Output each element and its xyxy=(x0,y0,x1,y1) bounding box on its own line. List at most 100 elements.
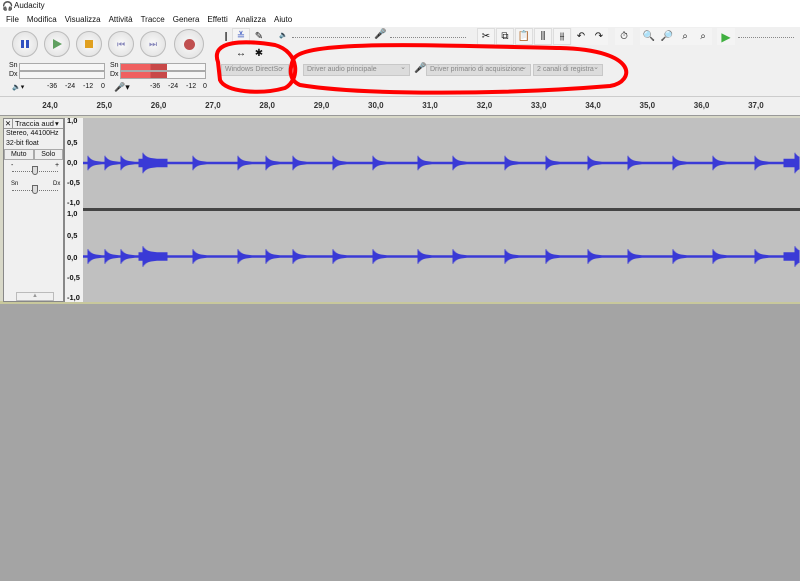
amplitude-tick-label: 0,0 xyxy=(67,158,78,167)
zoom-in-icon[interactable]: 🔍 xyxy=(640,28,658,45)
playback-volume-slider[interactable] xyxy=(292,37,370,38)
playback-meter-right[interactable] xyxy=(19,71,105,79)
pause-button[interactable] xyxy=(12,31,38,57)
play-speed-slider[interactable] xyxy=(738,37,794,38)
window-title: Audacity xyxy=(14,1,45,10)
ruler-tick-label: 26,0 xyxy=(150,101,167,110)
amplitude-tick-label: -0,5 xyxy=(67,273,80,282)
amplitude-tick-label: 0,5 xyxy=(67,138,78,147)
zoom-out-icon[interactable]: 🔎 xyxy=(658,28,676,45)
rec-scale-label: -36 xyxy=(150,83,161,90)
track-menu-chevron-down-icon[interactable]: ▾ xyxy=(55,119,63,128)
stop-button[interactable] xyxy=(76,31,102,57)
record-icon xyxy=(183,38,195,50)
solo-button[interactable]: Solo xyxy=(33,149,63,160)
play-meter-left-label: Sn xyxy=(9,62,18,69)
menu-visualizza[interactable]: Visualizza xyxy=(61,12,105,27)
recording-channels-select[interactable]: 2 canali di registra xyxy=(533,64,603,76)
amplitude-tick-label: 1,0 xyxy=(67,116,78,125)
record-button[interactable] xyxy=(174,29,204,59)
sync-lock-icon[interactable]: ⏱ xyxy=(615,28,633,45)
collapse-track-button[interactable]: ▲ xyxy=(16,292,54,301)
ruler-tick-label: 25,0 xyxy=(96,101,113,110)
play-at-speed-icon[interactable]: ▶ xyxy=(717,28,735,45)
amplitude-tick-label: 0,0 xyxy=(67,253,78,262)
paste-icon[interactable]: 📋 xyxy=(515,28,533,45)
timeshift-tool-icon[interactable]: ↔ xyxy=(232,45,250,62)
menu-modifica[interactable]: Modifica xyxy=(23,12,61,27)
rec-meter-left-label: Sn xyxy=(110,62,119,69)
skip-end-button[interactable]: ⏭ xyxy=(140,31,166,57)
track-bit-depth: 32-bit float xyxy=(6,140,39,147)
menu-attivita[interactable]: Attività xyxy=(105,12,137,27)
recording-device-select[interactable]: Driver primario di acquisizione xyxy=(426,64,531,76)
play-button[interactable] xyxy=(44,31,70,57)
multi-tool-icon[interactable]: ✱ xyxy=(250,45,268,62)
gain-slider-thumb[interactable] xyxy=(32,166,38,175)
menu-analizza[interactable]: Analizza xyxy=(232,12,270,27)
timeline-ruler[interactable]: 24,0 25,0 26,0 27,0 28,0 29,0 30,0 31,0 32,0 33,0… xyxy=(0,97,800,116)
envelope-tool-icon[interactable]: ≚ xyxy=(232,28,250,45)
rec-meter-right-label: Dx xyxy=(110,71,119,78)
menu-effetti[interactable]: Effetti xyxy=(203,12,231,27)
amplitude-ruler: 1,0 0,5 0,0 -0,5 -1,0 1,0 0,5 0,0 -0,5 -1,0 xyxy=(64,116,83,302)
amplitude-tick-label: -0,5 xyxy=(67,178,80,187)
menu-bar: File Modifica Visualizza Attività Tracce… xyxy=(0,12,800,27)
amplitude-tick-label: -1,0 xyxy=(67,198,80,207)
pan-right-label: Dx xyxy=(53,181,61,187)
play-scale-label: 0 xyxy=(101,83,105,90)
menu-aiuto[interactable]: Aiuto xyxy=(270,12,296,27)
recording-volume-slider[interactable] xyxy=(390,37,466,38)
draw-tool-icon[interactable]: ✎ xyxy=(250,28,268,45)
undo-icon[interactable]: ↶ xyxy=(572,28,590,45)
microphone-icon[interactable]: 🎤▾ xyxy=(114,82,130,93)
mute-button[interactable]: Muto xyxy=(4,149,34,160)
rec-scale-label: 0 xyxy=(203,83,207,90)
playback-meter-left[interactable] xyxy=(19,63,105,71)
stop-icon xyxy=(85,40,93,48)
recording-volume-icon: 🎤 xyxy=(374,29,387,40)
track-name-menu[interactable]: Traccia aud xyxy=(13,119,55,128)
audacity-logo-icon: 🎧 xyxy=(2,1,14,11)
recording-meter-left[interactable] xyxy=(120,63,206,71)
cut-icon[interactable]: ✂ xyxy=(477,28,495,45)
fit-project-icon[interactable]: ⌕ xyxy=(694,28,712,45)
amplitude-tick-label: 1,0 xyxy=(67,209,78,218)
redo-icon[interactable]: ↷ xyxy=(590,28,608,45)
play-scale-label: -36 xyxy=(47,83,58,90)
play-meter-right-label: Dx xyxy=(9,71,18,78)
waveform-right-channel[interactable] xyxy=(82,211,800,302)
ruler-tick-label: 34,0 xyxy=(585,101,601,110)
track-header: ✕ Traccia aud ▾ xyxy=(4,119,63,129)
playback-volume-icon: 🔈 xyxy=(279,32,288,39)
title-bar: 🎧 Audacity xyxy=(0,0,800,12)
menu-file[interactable]: File xyxy=(2,12,23,27)
trim-icon[interactable]: ⫼ xyxy=(534,28,552,45)
ruler-tick-label: 36,0 xyxy=(693,101,710,110)
speaker-icon[interactable]: 🔈▾ xyxy=(12,83,24,91)
waveform-path xyxy=(82,152,800,174)
ruler-tick-label: 27,0 xyxy=(205,101,221,110)
recording-device-icon: 🎤 xyxy=(414,63,427,74)
pan-slider-thumb[interactable] xyxy=(32,185,38,194)
toolbar-area: ⏮ ⏭ Sn Dx Sn Dx 🔈▾ -36 -24 -12 0 🎤▾ -36 … xyxy=(0,27,800,97)
copy-icon[interactable]: ⧉ xyxy=(496,28,514,45)
rec-scale-label: -12 xyxy=(186,83,197,90)
fit-selection-icon[interactable]: ⌕ xyxy=(676,28,694,45)
ruler-tick-label: 35,0 xyxy=(639,101,656,110)
track-format: Stereo, 44100Hz xyxy=(6,130,59,137)
skip-start-button[interactable]: ⏮ xyxy=(108,31,134,57)
playback-device-select[interactable]: Driver audio principale xyxy=(303,64,410,76)
audio-host-select[interactable]: Windows DirectSo xyxy=(221,64,289,76)
gain-min-label: - xyxy=(11,162,14,169)
ruler-tick-label: 24,0 xyxy=(42,101,58,110)
waveform-left-channel[interactable] xyxy=(82,118,800,208)
waveform-path xyxy=(82,246,800,267)
close-track-icon[interactable]: ✕ xyxy=(4,119,13,128)
menu-genera[interactable]: Genera xyxy=(169,12,204,27)
menu-tracce[interactable]: Tracce xyxy=(137,12,169,27)
recording-meter-right[interactable] xyxy=(120,71,206,79)
pause-icon xyxy=(21,40,29,48)
silence-icon[interactable]: ⫵ xyxy=(553,28,571,45)
rec-scale-label: -24 xyxy=(168,83,179,90)
